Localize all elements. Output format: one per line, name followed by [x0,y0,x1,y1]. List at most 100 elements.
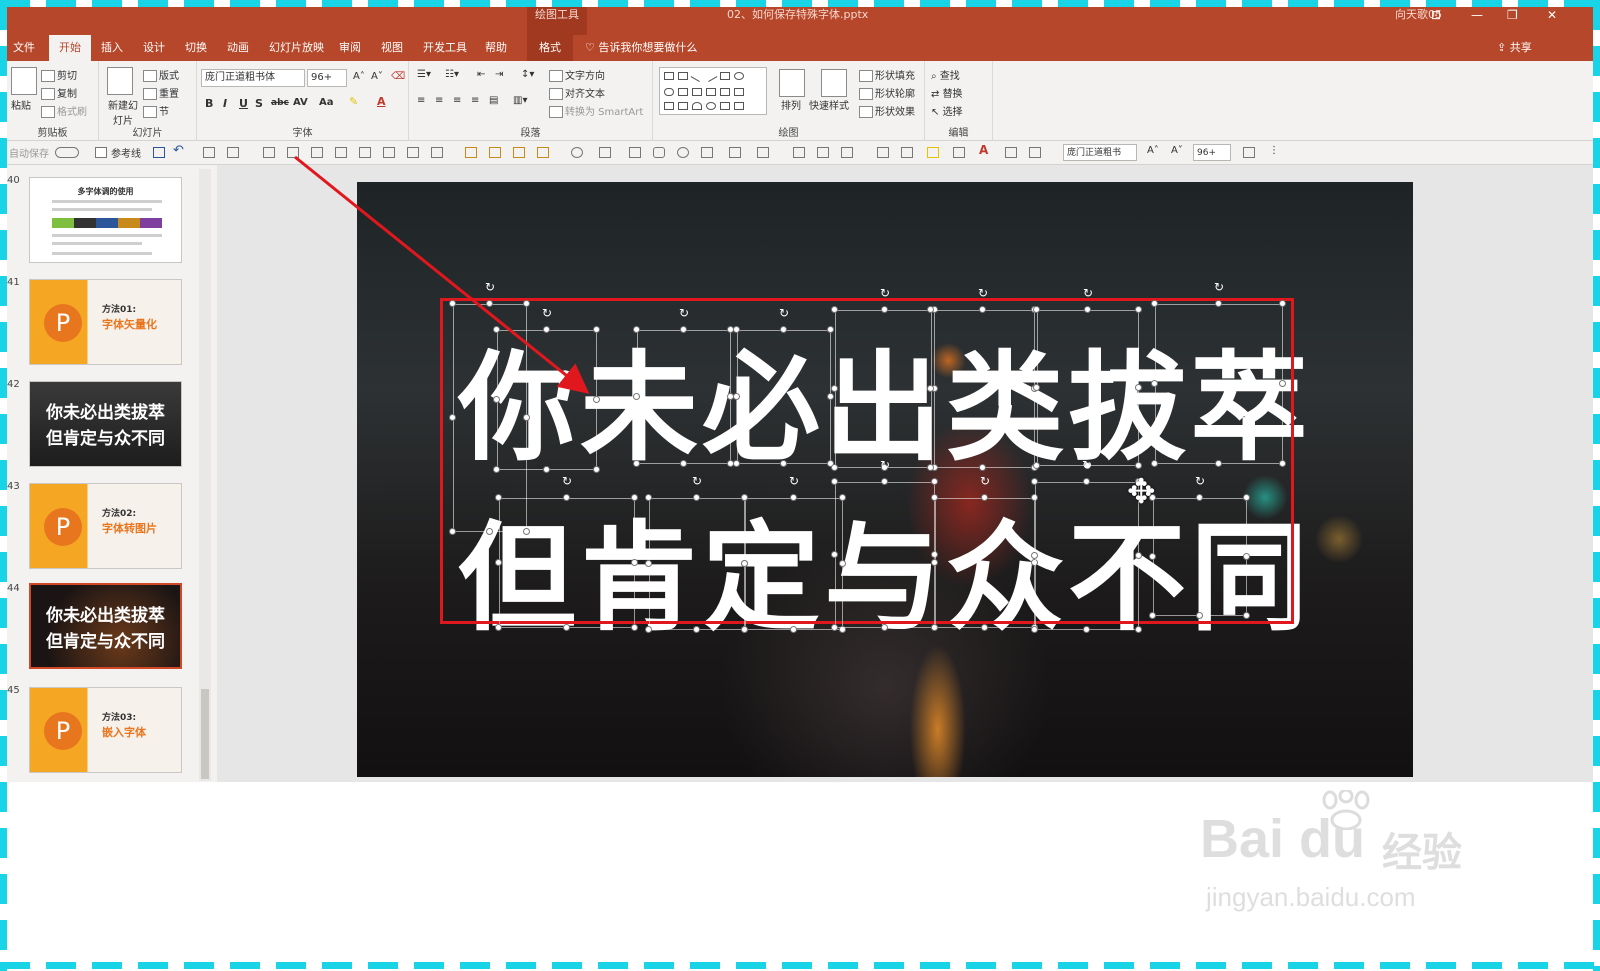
resize-handle[interactable] [831,478,838,485]
character-selection-box[interactable] [737,330,831,464]
new-slide-icon[interactable] [107,67,133,95]
toolbar-icon-21[interactable] [953,147,965,158]
resize-handle[interactable] [827,393,834,400]
resize-handle[interactable] [831,385,838,392]
toolbar-icon-19[interactable] [757,147,769,158]
resize-handle[interactable] [927,306,934,313]
resize-handle[interactable] [563,494,570,501]
resize-handle[interactable] [741,494,748,501]
tab-animations[interactable]: 动画 [227,35,249,61]
character-selection-box[interactable] [1035,482,1139,630]
resize-handle[interactable] [633,393,640,400]
character-selection-box[interactable] [637,330,731,464]
resize-handle[interactable] [645,626,652,633]
resize-handle[interactable] [733,460,740,467]
resize-handle[interactable] [680,326,687,333]
shape-outline-button[interactable]: 形状轮廓 [859,85,915,100]
resize-handle[interactable] [927,385,934,392]
rotate-handle-icon[interactable]: ↻ [978,474,992,488]
reset-button[interactable]: 重置 [143,85,179,100]
tab-home[interactable]: 开始 [49,35,91,61]
resize-handle[interactable] [741,626,748,633]
cut-button[interactable]: 剪切 [41,67,77,82]
resize-handle[interactable] [486,300,493,307]
resize-handle[interactable] [693,626,700,633]
font-color-qat-icon[interactable]: A [979,143,988,157]
resize-handle[interactable] [790,626,797,633]
resize-handle[interactable] [981,624,988,631]
toolbar-icon-5[interactable] [311,147,323,158]
resize-handle[interactable] [831,306,838,313]
resize-handle[interactable] [543,326,550,333]
tab-view[interactable]: 视图 [381,35,403,61]
resize-handle[interactable] [1243,494,1250,501]
resize-handle[interactable] [493,326,500,333]
quick-styles-button[interactable]: 快速样式 [809,97,849,112]
font-size-combo[interactable]: 96+ [307,69,347,87]
rectangle-icon[interactable] [629,147,641,158]
resize-handle[interactable] [881,306,888,313]
rotate-handle-icon[interactable]: ↻ [483,280,497,294]
rotate-handle-icon[interactable]: ↻ [677,306,691,320]
rotate-handle-icon[interactable]: ↻ [540,306,554,320]
resize-handle[interactable] [1135,462,1142,469]
rotate-handle-icon[interactable]: ↻ [976,286,990,300]
resize-handle[interactable] [790,494,797,501]
toolbar-icon-10[interactable] [431,147,443,158]
rotate-handle-icon[interactable]: ↻ [1212,280,1226,294]
smartart-button[interactable]: 转换为 SmartArt [549,103,643,118]
qat-font-size-combo[interactable]: 96+ [1193,144,1231,161]
arrange-button[interactable]: 排列 [781,97,801,112]
guides-checkbox[interactable] [95,147,107,158]
rotate-handle-icon[interactable]: ↻ [1081,286,1095,300]
resize-handle[interactable] [1196,494,1203,501]
replace-button[interactable]: ⇄ 替换 [931,85,963,100]
resize-handle[interactable] [1151,300,1158,307]
numbering-icon[interactable]: ☷▾ [445,69,459,80]
justify-icon[interactable]: ≡ [471,95,479,106]
toolbar-icon-18[interactable] [729,147,741,158]
distributed-icon[interactable]: ▤ [489,95,498,106]
scrollbar-thumb[interactable] [201,689,209,779]
resize-handle[interactable] [881,624,888,631]
resize-handle[interactable] [495,494,502,501]
resize-handle[interactable] [931,559,938,566]
resize-handle[interactable] [449,300,456,307]
resize-handle[interactable] [493,466,500,473]
tab-help[interactable]: 帮助 [485,35,507,61]
character-selection-box[interactable] [1155,304,1283,464]
resize-handle[interactable] [680,460,687,467]
resize-handle[interactable] [827,326,834,333]
character-selection-box[interactable] [931,310,1035,468]
resize-handle[interactable] [1083,478,1090,485]
resize-handle[interactable] [1031,626,1038,633]
toolbar-icon-8[interactable] [383,147,395,158]
toolbar-icon-16[interactable] [599,147,611,158]
rotate-handle-icon[interactable]: ↻ [1193,474,1207,488]
slide-thumbnail-44-selected[interactable]: 你未必出类拔萃 但肯定与众不同 [29,583,182,669]
toolbar-icon-2[interactable] [227,147,239,158]
rotate-handle-icon[interactable]: ↻ [777,306,791,320]
character-selection-box[interactable] [649,498,745,630]
rotate-handle-icon[interactable]: ↻ [690,474,704,488]
font-name-combo[interactable]: 庞门正道粗书体 [201,69,305,87]
clear-format-icon[interactable]: ⌫ [391,71,405,82]
resize-handle[interactable] [631,494,638,501]
restore-icon[interactable]: ❐ [1507,8,1518,22]
resize-handle[interactable] [593,326,600,333]
resize-handle[interactable] [1135,552,1142,559]
eyedropper-icon-2[interactable] [901,147,913,158]
toolbar-icon-17[interactable] [701,147,713,158]
tab-file[interactable]: 文件 [13,35,35,61]
resize-handle[interactable] [780,326,787,333]
rotate-handle-icon[interactable]: ↻ [1080,458,1094,472]
resize-handle[interactable] [979,306,986,313]
columns-icon[interactable]: ▥▾ [513,95,527,106]
current-slide[interactable]: 你未必出类拔萃 但肯定与众不同 ↻ ↻ ↻ ↻ ↻ ↻ ↻ ↻ ↻ ↻ ↻ ↻ ↻ ↻ ↻ [357,182,1413,777]
slide-thumbnail-43[interactable]: P 方法02: 字体转图片 [29,483,182,569]
thumbnails-scrollbar[interactable] [199,169,211,781]
resize-handle[interactable] [633,326,640,333]
resize-handle[interactable] [1033,306,1040,313]
resize-handle[interactable] [1149,553,1156,560]
layout-button[interactable]: 版式 [143,67,179,82]
